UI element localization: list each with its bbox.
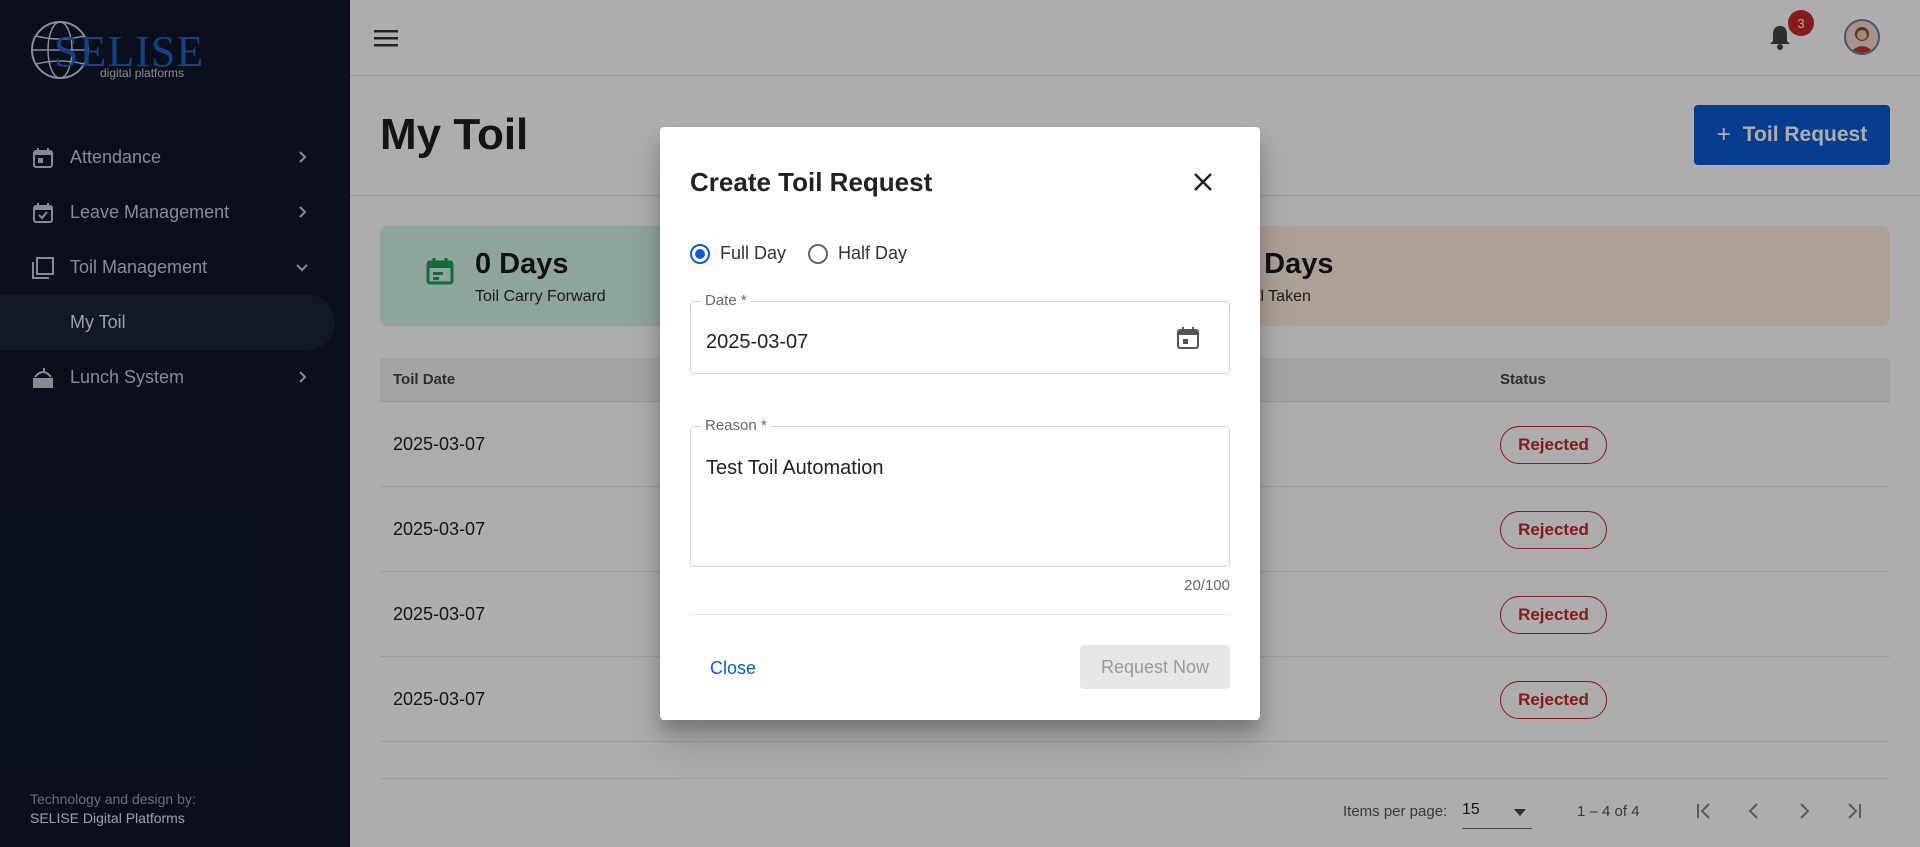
reason-field[interactable]: Reason * Test Toil Automation: [690, 417, 1230, 567]
reason-value[interactable]: Test Toil Automation: [706, 457, 884, 480]
calendar-icon[interactable]: [1174, 324, 1202, 352]
close-button[interactable]: Close: [710, 658, 756, 679]
character-counter: 20/100: [1184, 577, 1230, 594]
dialog-divider: [690, 614, 1230, 615]
dialog-title: Create Toil Request: [690, 167, 933, 197]
date-label: Date *: [701, 292, 751, 309]
day-type-radio-group: Full Day Half Day: [690, 243, 929, 264]
date-field[interactable]: Date * 2025-03-07: [690, 292, 1230, 374]
close-icon[interactable]: [1190, 169, 1216, 195]
date-value[interactable]: 2025-03-07: [706, 331, 808, 354]
request-now-button[interactable]: Request Now: [1080, 645, 1230, 689]
full-day-radio[interactable]: [690, 243, 710, 264]
reason-label: Reason *: [701, 417, 771, 434]
half-day-label[interactable]: Half Day: [838, 243, 907, 264]
full-day-label[interactable]: Full Day: [720, 243, 786, 264]
create-toil-request-dialog: Create Toil Request Full Day Half Day Da…: [660, 127, 1260, 720]
half-day-radio[interactable]: [808, 243, 829, 264]
